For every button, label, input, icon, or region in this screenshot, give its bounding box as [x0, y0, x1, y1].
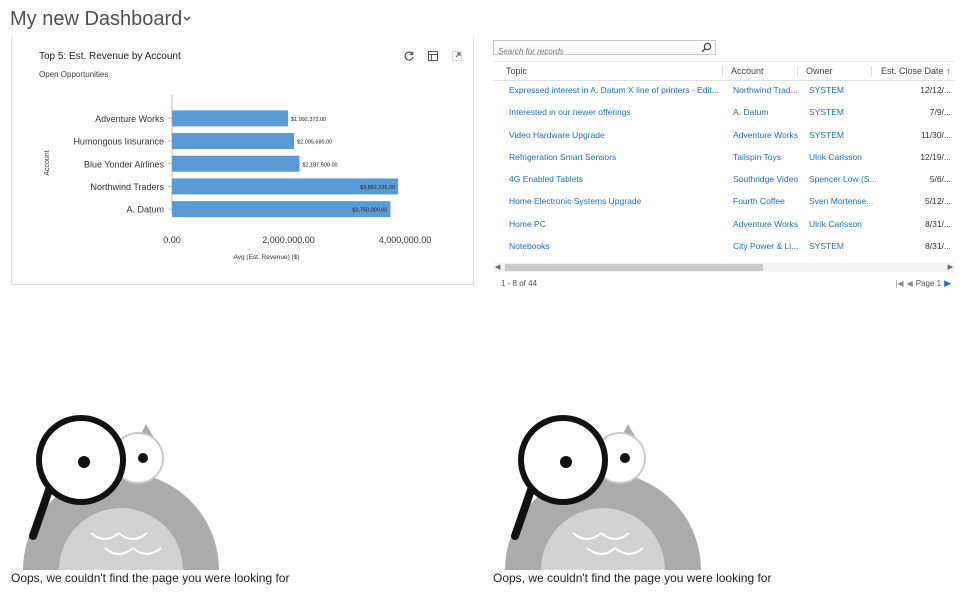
data-label: $3,882,225.00	[360, 185, 395, 191]
grid-header: Topic Account Owner Est. Close Date ↑	[493, 61, 955, 81]
cell-topic[interactable]: Notebooks	[509, 241, 721, 251]
search-input[interactable]	[494, 45, 688, 58]
category-label: Humongous Insurance	[73, 137, 164, 147]
record-count: 1 - 8 of 44	[501, 279, 538, 288]
data-label: $1,992,372.00	[291, 117, 326, 123]
records-grid: Topic Account Owner Est. Close Date ↑ Ex…	[493, 37, 955, 292]
cell-topic[interactable]: 4G Enabled Tablets	[509, 174, 721, 184]
grid-body: Expressed interest in A. Datum X line of…	[493, 80, 955, 258]
category-label: Adventure Works	[95, 114, 164, 124]
pager: |◀ ◀ Page 1 ▶	[895, 278, 951, 289]
sort-ascending-icon[interactable]: ↑	[946, 66, 951, 76]
column-separator[interactable]	[871, 66, 872, 77]
table-row[interactable]: Video Hardware Upgrade Adventure Works SYS…	[493, 125, 955, 147]
cell-owner[interactable]: Spencer Low (S...	[809, 174, 877, 184]
cell-account[interactable]: Adventure Works	[733, 130, 803, 140]
scrollbar-thumb[interactable]	[505, 264, 763, 271]
search-icon[interactable]	[701, 42, 712, 53]
cell-owner[interactable]: SYSTEM	[809, 130, 877, 140]
column-separator[interactable]	[722, 66, 723, 77]
table-row[interactable]: Refrigeration Smart Sensors Tailspin Toys…	[493, 147, 955, 169]
column-header-label: Est. Close Date	[881, 66, 944, 76]
table-row[interactable]: 4G Enabled Tablets Southridge Video Spence…	[493, 169, 955, 191]
cell-account[interactable]: Adventure Works	[733, 219, 803, 229]
x-axis-title: Avg (Est. Revenue) ($)	[234, 254, 300, 261]
chevron-down-icon[interactable]	[182, 14, 192, 24]
x-tick-label: 4,000,000.00	[379, 235, 432, 245]
cell-topic[interactable]: Interested in our newer offerings	[509, 107, 721, 117]
first-page-icon[interactable]: |◀	[895, 279, 903, 288]
cell-date: 12/19/...	[920, 151, 951, 162]
table-row[interactable]: Interested in our newer offerings A. Datu…	[493, 102, 955, 124]
x-tick-label: 2,000,000.00	[262, 235, 315, 245]
cell-owner[interactable]: Sven Mortense...	[809, 196, 877, 206]
error-message: Oops, we couldn't find the page you were…	[11, 571, 290, 585]
bar	[172, 133, 295, 150]
scroll-left-icon[interactable]: ◀	[495, 263, 500, 272]
cell-account[interactable]: City Power & Li...	[733, 241, 803, 251]
search-box[interactable]	[493, 40, 716, 58]
cell-topic[interactable]: Home Electronic Systems Upgrade	[509, 196, 721, 206]
cell-account[interactable]: Fourth Coffee	[733, 196, 803, 206]
table-row[interactable]: Home Electronic Systems Upgrade Fourth Co…	[493, 191, 955, 213]
owl-illustration	[505, 415, 701, 570]
dashboard-title[interactable]: My new Dashboard	[10, 8, 182, 31]
cell-topic[interactable]: Video Hardware Upgrade	[509, 130, 721, 140]
next-page-icon[interactable]: ▶	[944, 278, 951, 289]
cell-topic[interactable]: Expressed interest in A. Datum X line of…	[509, 85, 721, 95]
column-header-topic[interactable]: Topic	[506, 66, 527, 76]
cell-date: 8/31/...	[925, 241, 951, 252]
cell-account[interactable]: Tailspin Toys	[733, 152, 803, 162]
cell-owner[interactable]: Ulrik Carlsson	[809, 219, 877, 229]
previous-page-icon[interactable]: ◀	[907, 279, 913, 288]
category-label: Blue Yonder Airlines	[84, 159, 165, 169]
error-panel-right: Oops, we couldn't find the page you were…	[493, 410, 793, 590]
bar-chart: Adventure Works $1,992,372.00 Humongous In…	[44, 95, 432, 261]
cell-topic[interactable]: Home PC	[509, 219, 721, 229]
horizontal-scrollbar[interactable]: ◀ ▶	[493, 263, 955, 272]
x-tick-label: 0.00	[163, 235, 181, 245]
column-header-owner[interactable]: Owner	[806, 66, 833, 76]
cell-owner[interactable]: Ulrik Carlsson	[809, 152, 877, 162]
error-message: Oops, we couldn't find the page you were…	[493, 571, 772, 585]
category-label: Northwind Traders	[90, 182, 164, 192]
owl-illustration	[23, 415, 219, 570]
data-label: $3,750,000.00	[352, 208, 387, 214]
page-label: Page 1	[915, 279, 942, 288]
cell-date: 7/9/...	[929, 107, 951, 118]
cell-account[interactable]: Northwind Trad...	[733, 85, 803, 95]
table-row[interactable]: Home PC Adventure Works Ulrik Carlsson 8/31…	[493, 214, 955, 236]
cell-topic[interactable]: Refrigeration Smart Sensors	[509, 152, 721, 162]
cell-account[interactable]: Southridge Video	[733, 174, 803, 184]
cell-owner[interactable]: SYSTEM	[809, 241, 877, 251]
table-row[interactable]: Expressed interest in A. Datum X line of…	[493, 80, 955, 102]
cell-date: 5/12/...	[925, 196, 951, 207]
category-label: A. Datum	[126, 205, 164, 215]
cell-owner[interactable]: SYSTEM	[809, 107, 877, 117]
data-label: $2,187,500.00	[302, 162, 337, 168]
cell-date: 8/31/...	[925, 218, 951, 229]
cell-owner[interactable]: SYSTEM	[809, 85, 877, 95]
error-panel-left: Oops, we couldn't find the page you were…	[11, 410, 311, 590]
cell-date: 12/12/...	[920, 85, 951, 95]
column-header-account[interactable]: Account	[731, 66, 764, 76]
chart-card: Top 5: Est. Revenue by Account Open Oppo…	[11, 37, 474, 285]
bar	[172, 155, 300, 172]
bar	[172, 110, 289, 127]
cell-account[interactable]: A. Datum	[733, 107, 803, 117]
column-separator[interactable]	[797, 66, 798, 77]
data-label: $2,095,680.00	[297, 140, 332, 146]
y-axis-title: Account	[44, 150, 51, 175]
cell-date: 11/30/...	[920, 129, 951, 140]
column-header-est-close-date[interactable]: Est. Close Date ↑	[881, 66, 951, 76]
scroll-right-icon[interactable]: ▶	[948, 263, 953, 272]
cell-date: 5/6/...	[929, 174, 951, 185]
table-row[interactable]: Notebooks City Power & Li... SYSTEM 8/31/..…	[493, 236, 955, 258]
